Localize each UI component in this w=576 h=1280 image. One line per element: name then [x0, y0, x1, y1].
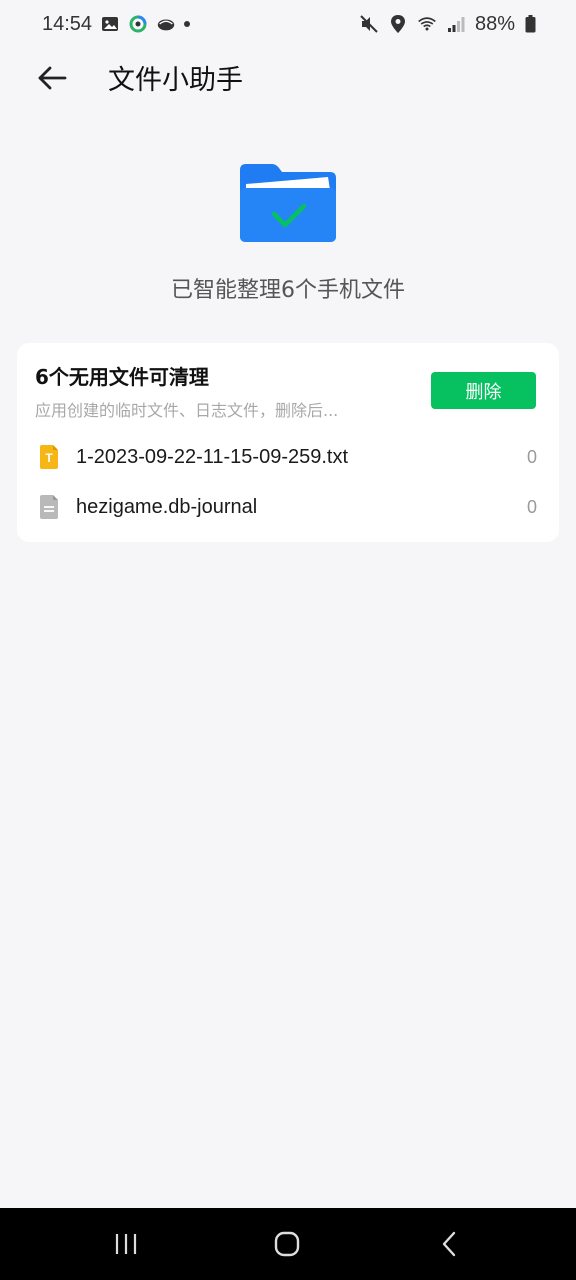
file-size: 0 [526, 496, 537, 517]
status-time: 14:54 [42, 12, 93, 35]
status-right: 88% [359, 13, 536, 36]
location-icon [388, 14, 408, 34]
card-subtitle: 应用创建的临时文件、日志文件，删除后... [35, 401, 339, 420]
hero-text: 已智能整理6个手机文件 [171, 278, 405, 303]
cloud-bird-icon [156, 14, 176, 34]
text-file-icon: T [38, 445, 60, 469]
navigation-bar [0, 1208, 576, 1280]
delete-button[interactable]: 删除 [431, 372, 536, 409]
signal-icon [446, 14, 466, 34]
notification-dot-icon [184, 21, 191, 27]
file-name: hezigame.db-journal [76, 495, 258, 518]
svg-text:T: T [45, 451, 53, 465]
generic-file-icon [38, 495, 60, 519]
nav-back-button[interactable] [429, 1228, 469, 1260]
status-bar: 14:54 88% [0, 0, 576, 48]
app-header: 文件小助手 [0, 48, 576, 108]
back-icon [439, 1231, 459, 1257]
gallery-icon [100, 14, 120, 34]
recent-apps-icon [113, 1232, 139, 1256]
file-size: 0 [526, 446, 537, 467]
file-name: 1-2023-09-22-11-15-09-259.txt [76, 445, 349, 468]
battery-percent: 88% [474, 12, 515, 35]
file-row[interactable]: hezigame.db-journal 0 [17, 484, 559, 530]
battery-icon [524, 14, 536, 34]
home-button[interactable] [267, 1228, 307, 1260]
card-title: 6个无用文件可清理 [35, 365, 209, 389]
page-title: 文件小助手 [108, 65, 243, 96]
screen: 14:54 88% 文件小助手 已智能整理6个手机文件 6个无用文件可清理 应用… [0, 0, 576, 1280]
file-row[interactable]: T 1-2023-09-22-11-15-09-259.txt 0 [17, 434, 559, 480]
cleanup-card: 6个无用文件可清理 应用创建的临时文件、日志文件，删除后... 删除 T 1-2… [17, 343, 559, 542]
status-left: 14:54 [42, 12, 191, 36]
back-button[interactable] [30, 60, 74, 96]
app-circle-icon [128, 14, 148, 34]
recent-apps-button[interactable] [106, 1228, 146, 1260]
arrow-left-icon [37, 65, 67, 91]
mute-icon [359, 14, 379, 34]
folder-check-icon [238, 164, 338, 244]
wifi-icon [417, 14, 437, 34]
home-icon [274, 1231, 300, 1257]
